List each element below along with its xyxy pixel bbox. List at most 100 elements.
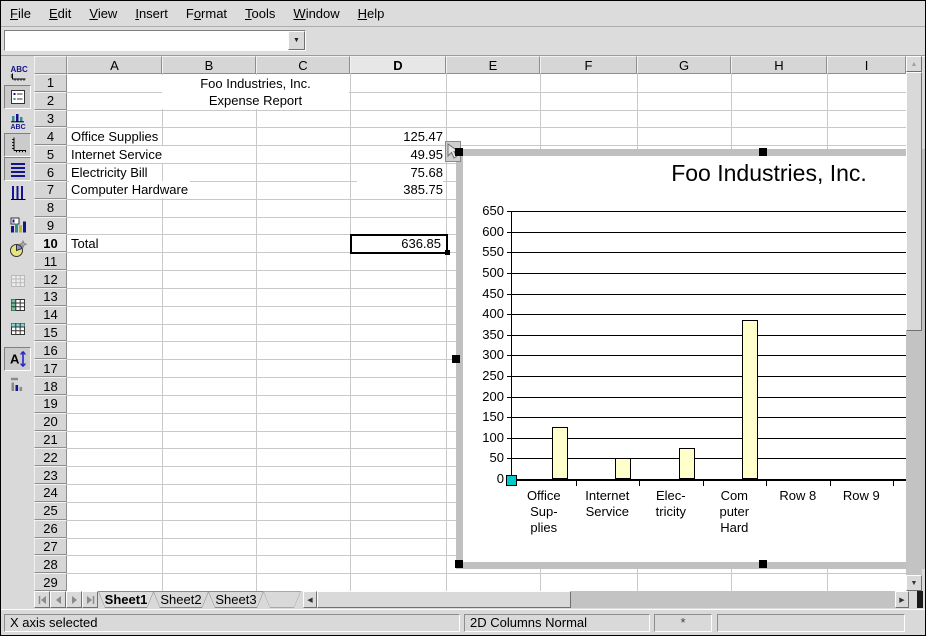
- menu-tools[interactable]: Tools: [236, 1, 284, 25]
- row-header-23[interactable]: 23: [34, 466, 67, 484]
- chart-title[interactable]: Foo Industries, Inc.: [671, 160, 867, 187]
- menu-insert[interactable]: Insert: [126, 1, 177, 25]
- row-header-10[interactable]: 10: [34, 234, 67, 252]
- row-header-6[interactable]: 6: [34, 163, 67, 181]
- combo-dropdown-button[interactable]: ▼: [288, 31, 305, 50]
- y-axis-label[interactable]: 500: [469, 265, 504, 281]
- vertical-scroll-thumb[interactable]: [906, 72, 922, 331]
- chart-bar[interactable]: [552, 427, 568, 479]
- row-header-26[interactable]: 26: [34, 520, 67, 538]
- previous-sheet-button[interactable]: [50, 591, 66, 608]
- y-axis-label[interactable]: 650: [469, 203, 504, 219]
- x-axis-label[interactable]: Row 9: [830, 488, 892, 504]
- scroll-down-button[interactable]: ▼: [906, 575, 922, 591]
- menu-help[interactable]: Help: [349, 1, 394, 25]
- column-header-D[interactable]: D: [350, 56, 446, 74]
- row-header-13[interactable]: 13: [34, 288, 67, 306]
- url-input[interactable]: [6, 32, 288, 49]
- fill-handle[interactable]: [445, 250, 450, 255]
- column-header-I[interactable]: I: [827, 56, 906, 74]
- scroll-right-button[interactable]: ▶: [895, 591, 909, 608]
- row-header-14[interactable]: 14: [34, 306, 67, 324]
- axes-title-on-off-icon[interactable]: ABC: [4, 109, 31, 133]
- x-axis-label[interactable]: OfficeSup-plies: [513, 488, 575, 536]
- row-header-12[interactable]: 12: [34, 270, 67, 288]
- data-in-columns-icon[interactable]: [4, 317, 31, 341]
- scroll-left-button[interactable]: ◀: [303, 591, 317, 608]
- x-axis-selection-handle[interactable]: [506, 475, 517, 486]
- row-header-21[interactable]: 21: [34, 431, 67, 449]
- horizontal-grid-icon[interactable]: [4, 157, 31, 181]
- scale-text-icon[interactable]: A: [4, 347, 31, 371]
- object-selection-handle[interactable]: [452, 355, 460, 363]
- y-axis-label[interactable]: 600: [469, 224, 504, 240]
- y-axis-label[interactable]: 100: [469, 430, 504, 446]
- chart-bar[interactable]: [679, 448, 695, 479]
- horizontal-scroll-thumb[interactable]: [317, 591, 571, 608]
- vertical-scrollbar[interactable]: ▲ ▼: [906, 56, 922, 591]
- row-header-1[interactable]: 1: [34, 74, 67, 92]
- row-header-9[interactable]: 9: [34, 217, 67, 235]
- column-header-H[interactable]: H: [731, 56, 827, 74]
- row-header-3[interactable]: 3: [34, 110, 67, 128]
- row-header-20[interactable]: 20: [34, 413, 67, 431]
- y-axis-label[interactable]: 350: [469, 327, 504, 343]
- object-selection-handle[interactable]: [455, 148, 463, 156]
- autoformat-chart-icon[interactable]: [4, 237, 31, 261]
- column-header-A[interactable]: A: [67, 56, 162, 74]
- column-header-G[interactable]: G: [637, 56, 731, 74]
- y-axis-line[interactable]: [511, 211, 512, 480]
- row-header-25[interactable]: 25: [34, 502, 67, 520]
- reorganize-chart-icon[interactable]: [4, 372, 31, 396]
- row-header-27[interactable]: 27: [34, 538, 67, 556]
- column-header-C[interactable]: C: [256, 56, 350, 74]
- y-axis-label[interactable]: 250: [469, 368, 504, 384]
- sheet-tab-sheet2[interactable]: Sheet2: [153, 591, 209, 608]
- x-axis-line[interactable]: [511, 479, 906, 481]
- y-axis-label[interactable]: 400: [469, 306, 504, 322]
- row-header-24[interactable]: 24: [34, 484, 67, 502]
- menu-view[interactable]: View: [80, 1, 126, 25]
- select-all-corner[interactable]: [34, 56, 67, 74]
- column-header-E[interactable]: E: [446, 56, 540, 74]
- chart-bar[interactable]: [615, 458, 631, 479]
- title-on-off-icon[interactable]: ABC: [4, 61, 31, 85]
- object-selection-handle[interactable]: [759, 560, 767, 568]
- x-axis-label[interactable]: ComputerHard: [703, 488, 765, 536]
- legend-on-off-icon[interactable]: [4, 85, 31, 109]
- chart-object[interactable]: Foo Industries, Inc.05010015020025030035…: [456, 149, 926, 569]
- object-selection-handle[interactable]: [455, 560, 463, 568]
- sheet-tab-sheet1[interactable]: Sheet1: [98, 591, 154, 608]
- column-header-F[interactable]: F: [540, 56, 637, 74]
- next-sheet-button[interactable]: [66, 591, 82, 608]
- row-header-7[interactable]: 7: [34, 181, 67, 199]
- row-header-5[interactable]: 5: [34, 145, 67, 163]
- x-axis-label[interactable]: Row 8: [767, 488, 829, 504]
- row-header-15[interactable]: 15: [34, 324, 67, 342]
- chart-bar[interactable]: [742, 320, 758, 479]
- y-axis-label[interactable]: 150: [469, 409, 504, 425]
- row-header-28[interactable]: 28: [34, 555, 67, 573]
- y-axis-label[interactable]: 550: [469, 244, 504, 260]
- object-selection-handle[interactable]: [759, 148, 767, 156]
- x-axis-label[interactable]: InternetService: [576, 488, 638, 520]
- axis-descriptions-icon[interactable]: [4, 133, 31, 157]
- url-combobox[interactable]: ▼: [4, 30, 306, 51]
- y-axis-label[interactable]: 300: [469, 347, 504, 363]
- sheet-tab-sheet3[interactable]: Sheet3: [208, 591, 264, 608]
- column-header-B[interactable]: B: [162, 56, 256, 74]
- y-axis-label[interactable]: 450: [469, 286, 504, 302]
- menu-window[interactable]: Window: [284, 1, 348, 25]
- menu-file[interactable]: File: [1, 1, 40, 25]
- menu-edit[interactable]: Edit: [40, 1, 80, 25]
- y-axis-label[interactable]: 50: [469, 450, 504, 466]
- data-in-rows-icon[interactable]: [4, 293, 31, 317]
- row-header-22[interactable]: 22: [34, 448, 67, 466]
- y-axis-label[interactable]: 0: [469, 471, 504, 487]
- row-header-2[interactable]: 2: [34, 92, 67, 110]
- vertical-grid-icon[interactable]: [4, 181, 31, 205]
- row-header-29[interactable]: 29: [34, 573, 67, 591]
- last-sheet-button[interactable]: [82, 591, 98, 608]
- menu-format[interactable]: Format: [177, 1, 236, 25]
- row-header-8[interactable]: 8: [34, 199, 67, 217]
